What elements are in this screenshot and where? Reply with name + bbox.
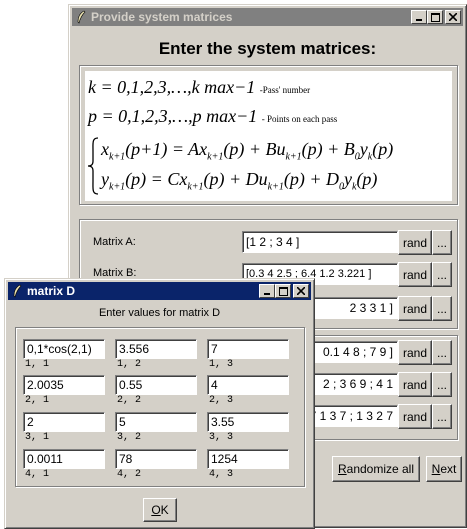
matrix-b0-rand-button[interactable]: rand [398,372,432,397]
cell-index: 2, 3 [209,395,234,406]
equation-state: xk+1(p+1) = Axk+1(p) + Buk+1(p) + B0yk(p… [101,139,394,163]
main-window-title: Provide system matrices [91,10,233,24]
brace-icon [87,137,99,195]
cell-index: 2, 1 [25,395,50,406]
equation-k: k = 0,1,2,3,…,k max−1 -Pass' number [88,77,311,97]
close-button[interactable] [445,10,461,24]
cell-input[interactable]: 2 [23,412,105,432]
cell-input[interactable]: 0.55 [115,375,197,395]
feather-icon [11,284,23,298]
matrix-a-label: Matrix A: [93,236,136,248]
randomize-all-rest: andomize all [346,462,415,476]
cell-index: 4, 2 [117,469,142,480]
dialog-close-button[interactable] [293,284,309,298]
cell-index: 4, 3 [209,469,234,480]
cell-index: 1, 3 [209,359,234,370]
cell-index: 1, 1 [25,359,50,370]
dialog-minimize-button[interactable] [259,284,275,298]
matrix-d-rand-button[interactable]: rand [398,340,432,365]
dialog-maximize-button[interactable] [275,284,291,298]
cell-input[interactable]: 3.55 [207,412,289,432]
cell-input[interactable]: 5 [115,412,197,432]
cell-input[interactable]: 78 [115,449,197,469]
matrix-b-rand-button[interactable]: rand [398,262,432,287]
next-accel: N [431,462,441,476]
maximize-button[interactable] [427,10,443,24]
cell-input[interactable]: 0,1*cos(2,1) [23,339,105,359]
ok-rest: K [160,503,169,517]
matrix-a-rand-button[interactable]: rand [398,230,432,255]
dialog-titlebar[interactable]: matrix D [8,282,311,300]
cell-index: 1, 2 [117,359,142,370]
equation-p: p = 0,1,2,3,…,p max−1 - Points on each p… [88,106,338,126]
cell-input[interactable]: 1254 [207,449,289,469]
cell-index: 2, 2 [117,395,142,406]
matrix-d0-more-button[interactable]: ... [432,404,452,429]
matrix-d-more-button[interactable]: ... [432,340,452,365]
main-titlebar[interactable]: Provide system matrices [72,8,463,26]
cell-input[interactable]: 7 [207,339,289,359]
equation-panel: k = 0,1,2,3,…,k max−1 -Pass' number p = … [85,71,452,201]
matrix-a-input[interactable]: [1 2 ; 3 4 ] [242,231,398,253]
cell-input[interactable]: 3.556 [115,339,197,359]
matrix-c-rand-button[interactable]: rand [398,296,432,321]
matrix-a-more-button[interactable]: ... [432,230,452,255]
ok-button[interactable]: OK [143,498,177,522]
cell-input[interactable]: 4 [207,375,289,395]
matrix-d-dialog: matrix D Enter values for matrix D 0,1*c… [4,278,315,529]
cell-index: 3, 2 [117,432,142,443]
heading: Enter the system matrices: [158,39,377,58]
matrix-c-more-button[interactable]: ... [432,296,452,321]
feather-icon [75,10,87,24]
minimize-button[interactable] [411,10,427,24]
cell-index: 3, 3 [209,432,234,443]
dialog-title: matrix D [27,284,76,298]
randomize-all-accel: R [337,462,347,476]
cell-input[interactable]: 0.0011 [23,449,105,469]
cell-index: 4, 1 [25,469,50,480]
equation-output: yk+1(p) = Cxk+1(p) + Duk+1(p) + D0yk(p) [101,169,378,193]
cell-index: 3, 1 [25,432,50,443]
cell-input[interactable]: 2.0035 [23,375,105,395]
matrix-b-more-button[interactable]: ... [432,262,452,287]
matrix-b0-more-button[interactable]: ... [432,372,452,397]
dialog-subtitle: Enter values for matrix D [98,307,221,319]
next-button[interactable]: Next [426,456,462,482]
next-rest: ext [440,462,457,476]
ok-accel: O [151,503,161,517]
randomize-all-button[interactable]: Randomize all [332,456,420,482]
matrix-d0-rand-button[interactable]: rand [398,404,432,429]
